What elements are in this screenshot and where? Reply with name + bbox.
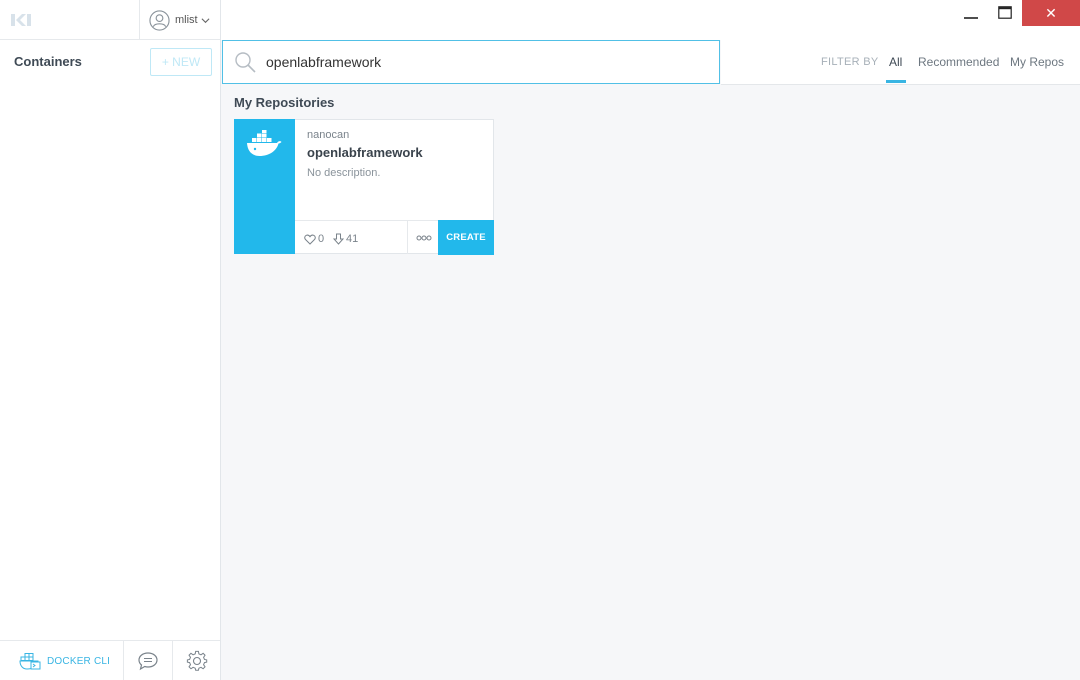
- title-bar: [221, 0, 1080, 40]
- repo-logo: [234, 119, 295, 254]
- close-button[interactable]: ✕: [1022, 0, 1080, 26]
- containers-title: Containers: [14, 54, 82, 69]
- docker-cli-label: DOCKER CLI: [47, 655, 111, 667]
- repo-card[interactable]: nanocan openlabframework No description.…: [234, 119, 494, 255]
- maximize-button[interactable]: [988, 0, 1022, 26]
- active-tab-indicator: [886, 80, 906, 83]
- new-container-button[interactable]: + NEW: [150, 48, 212, 76]
- kitematic-logo-icon: [11, 14, 31, 26]
- user-menu[interactable]: mlist: [139, 0, 220, 40]
- search-box[interactable]: [222, 40, 720, 84]
- minimize-button[interactable]: [954, 0, 988, 26]
- repo-more-button[interactable]: [407, 221, 439, 254]
- filter-tab-all[interactable]: All: [889, 55, 902, 69]
- filter-label: FILTER BY: [821, 56, 879, 68]
- repo-pulls: 41: [333, 233, 358, 245]
- close-icon: ✕: [1045, 4, 1057, 21]
- docker-whale-icon: [247, 130, 282, 156]
- filter-tab-my-repos[interactable]: My Repos: [1010, 55, 1064, 69]
- repo-card-footer: 0 41 CREATE: [295, 220, 494, 255]
- sidebar: mlist Containers + NEW DOCKER CLI: [0, 0, 221, 680]
- search-icon: [235, 52, 256, 73]
- gear-icon: [186, 650, 207, 671]
- more-dots-icon: [416, 235, 431, 240]
- repo-name[interactable]: openlabframework: [307, 145, 423, 160]
- section-title: My Repositories: [234, 95, 335, 110]
- docker-cli-button[interactable]: DOCKER CLI: [0, 641, 124, 680]
- repo-stars: 0: [304, 233, 324, 245]
- window-controls: ✕: [954, 0, 1080, 26]
- chat-icon: [138, 652, 158, 671]
- containers-header: Containers + NEW: [0, 40, 220, 84]
- repo-pulls-count: 41: [346, 233, 359, 245]
- main-area: FILTER BY All Recommended My Repos My Re…: [221, 0, 1080, 680]
- heart-icon: [304, 234, 316, 245]
- chevron-down-icon: [201, 17, 210, 23]
- repo-description: No description.: [307, 167, 381, 179]
- minimize-icon: [964, 17, 978, 19]
- repo-stars-count: 0: [318, 233, 325, 245]
- settings-button[interactable]: [173, 641, 220, 680]
- maximize-icon: [998, 6, 1012, 19]
- filter-bar: FILTER BY All Recommended My Repos: [721, 40, 1080, 85]
- repo-owner: nanocan: [307, 129, 350, 141]
- user-avatar-icon: [149, 9, 170, 31]
- sidebar-footer: DOCKER CLI: [0, 640, 220, 680]
- feedback-button[interactable]: [124, 641, 173, 680]
- search-input[interactable]: [266, 54, 666, 70]
- download-icon: [333, 233, 344, 245]
- username: mlist: [175, 14, 198, 26]
- docker-cli-icon: [19, 653, 41, 670]
- create-button[interactable]: CREATE: [438, 220, 494, 255]
- sidebar-header: mlist: [0, 0, 220, 40]
- filter-tab-recommended[interactable]: Recommended: [918, 55, 999, 69]
